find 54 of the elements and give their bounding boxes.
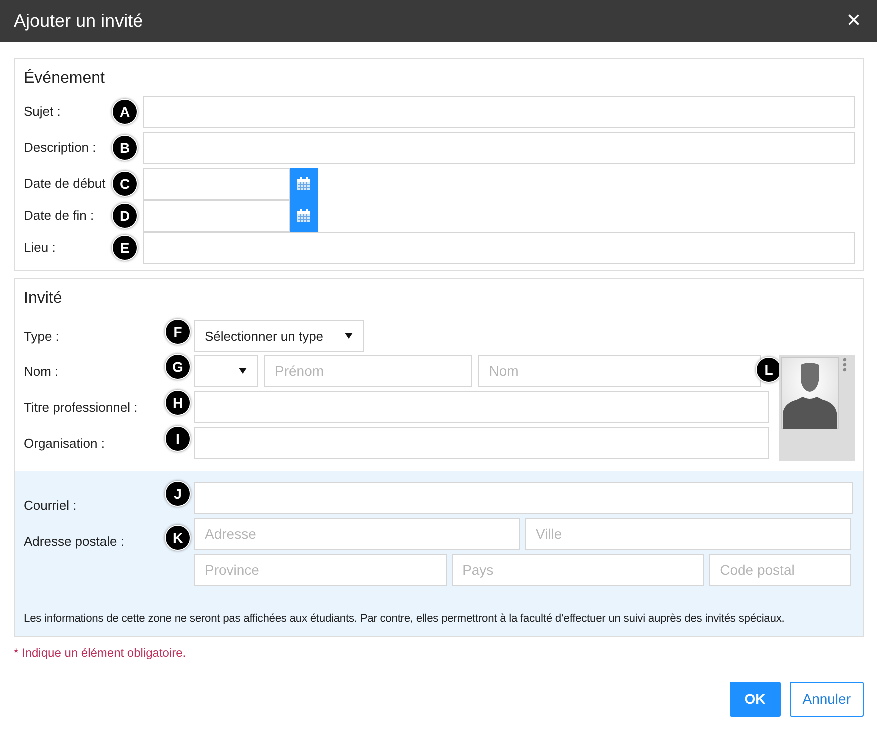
text-field[interactable]: Adresse <box>194 518 520 550</box>
cancel-button[interactable]: Annuler <box>790 682 864 718</box>
text-field[interactable] <box>194 427 769 460</box>
text-field[interactable] <box>194 391 769 424</box>
select-field[interactable]: Sélectionner un type <box>194 320 364 352</box>
text-field[interactable] <box>143 132 855 164</box>
callout-marker: G <box>166 355 190 380</box>
field-label: Date de début <box>24 175 107 194</box>
callout-marker: D <box>113 204 137 228</box>
field-label: Courriel : <box>24 496 78 515</box>
field-label: Date de fin : <box>24 207 96 226</box>
caret-icon <box>239 368 247 374</box>
section-title: Événement <box>24 69 106 88</box>
callout-marker: C <box>113 172 137 196</box>
info-note: Les informations de cette zone ne seront pas affichées aux étudiants. Par contre, elles permettront à la faculté d’effectuer un suivi auprès des invités spéciaux. <box>24 612 786 628</box>
field-label: Titre professionnel : <box>24 398 139 417</box>
text-field[interactable]: Nom <box>478 355 761 388</box>
section-title: Invité <box>24 289 64 308</box>
callout-marker: B <box>113 136 137 160</box>
callout-marker: F <box>166 320 190 344</box>
caret-icon <box>345 333 353 340</box>
text-field[interactable]: Code postal <box>709 554 852 586</box>
calendar-icon <box>297 209 311 224</box>
field-label: Organisation : <box>24 434 106 453</box>
close-button[interactable]: × <box>844 9 863 33</box>
calendar-button[interactable] <box>290 168 318 200</box>
select-field[interactable] <box>194 355 258 388</box>
calendar-icon <box>297 177 311 192</box>
text-field[interactable]: Pays <box>452 554 704 586</box>
field-label: Description : <box>24 139 98 158</box>
callout-marker: A <box>113 100 137 124</box>
text-field[interactable] <box>143 232 855 264</box>
field-label: Lieu : <box>24 239 57 258</box>
more-icon[interactable] <box>843 358 847 372</box>
callout-marker: I <box>166 427 190 452</box>
text-field[interactable]: Ville <box>525 518 851 550</box>
avatar-silhouette-icon <box>781 357 839 430</box>
field-label: Sujet : <box>24 103 62 122</box>
dialog-title: Ajouter un invité <box>14 10 144 33</box>
text-field[interactable] <box>143 200 290 232</box>
callout-marker: E <box>113 236 137 260</box>
callout-marker: H <box>166 391 190 416</box>
text-field[interactable] <box>194 482 853 514</box>
text-field[interactable]: Province <box>194 554 447 586</box>
callout-marker: J <box>166 482 190 506</box>
text-field[interactable] <box>143 96 855 128</box>
text-field[interactable] <box>143 168 290 200</box>
field-label: Type : <box>24 328 60 346</box>
callout-marker: K <box>166 526 190 550</box>
field-label: Nom : <box>24 362 60 381</box>
required-note: * Indique un élément obligatoire. <box>14 645 188 662</box>
field-label: Adresse postale : <box>24 533 126 552</box>
text-field[interactable]: Prénom <box>264 355 472 388</box>
calendar-button[interactable] <box>290 200 318 232</box>
